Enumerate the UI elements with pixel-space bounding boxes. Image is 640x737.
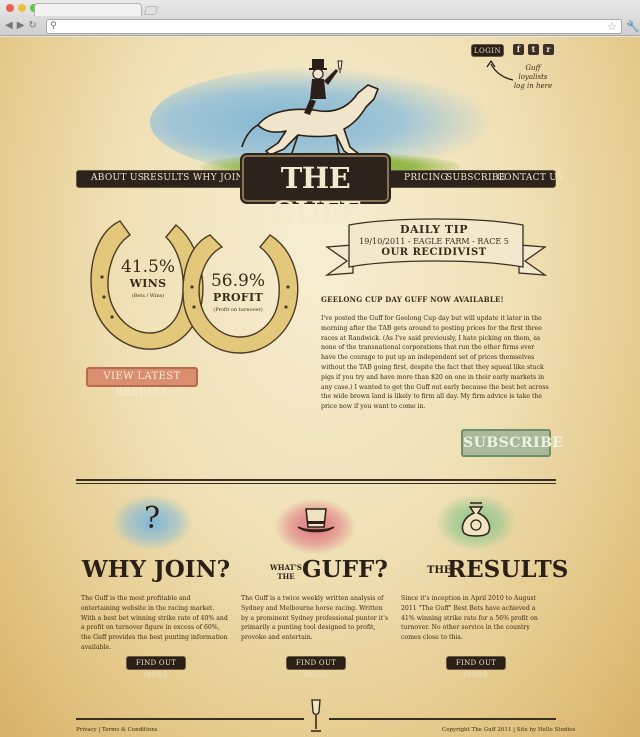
nav-contact-us[interactable]: CONTACT US [497, 173, 564, 183]
article-body: I've posted the Guff for Geelong Cup day… [321, 315, 549, 411]
daily-tip-title: DAILY TIP [399, 223, 469, 236]
page: LOGIN f t r Guff loyalists log in here A… [0, 37, 640, 737]
top-hat-icon [297, 508, 335, 533]
profit-stat: 56.9% PROFIT (Profit on turnover) [200, 271, 276, 313]
wins-stat: 41.5% WINS (Bets / Wins) [110, 257, 186, 299]
money-bag-icon [461, 502, 491, 537]
profit-label: PROFIT [213, 291, 263, 304]
footer-divider-right [329, 718, 556, 720]
question-mark-icon: ? [143, 501, 161, 536]
guff-title: GUFF? [302, 556, 388, 583]
profit-percentage: 56.9% [210, 271, 265, 291]
wins-percentage: 41.5% [120, 257, 175, 277]
rss-icon[interactable]: r [543, 44, 554, 55]
browser-nav-buttons: ◀ ▶ ↻ [5, 20, 37, 31]
new-tab-button[interactable] [143, 6, 159, 15]
facebook-icon[interactable]: f [513, 44, 524, 55]
view-latest-results-button[interactable]: VIEW LATEST RESULTS [86, 367, 198, 398]
daily-tip-race: 19/10/2011 - EAGLE FARM - RACE 5 [359, 237, 509, 246]
footer-divider-left [76, 718, 304, 720]
whats-the-small-title: WHAT'S THE [270, 563, 302, 581]
close-window-button[interactable] [6, 4, 14, 12]
curved-arrow-icon [486, 60, 514, 81]
guff-find-out-more-button[interactable]: FIND OUT MORE [286, 656, 346, 679]
nav-about-us[interactable]: ABOUT US [91, 173, 144, 183]
results-find-out-more-button[interactable]: FIND OUT MORE [446, 656, 506, 679]
wins-label: WINS [129, 277, 167, 290]
footer-links: Privacy | Terms & Conditions [76, 727, 158, 733]
terms-link[interactable]: Terms & Conditions [102, 727, 158, 733]
results-text: Since it's inception in April 2010 to Au… [401, 595, 538, 642]
copyright-text: Copyright The Guff 2011 [442, 727, 512, 733]
login-hint: Guff loyalists log in here [513, 64, 553, 90]
forward-arrow-icon[interactable]: ▶ [17, 20, 25, 31]
nav-why-join[interactable]: WHY JOIN [193, 173, 244, 183]
twitter-icon[interactable]: t [528, 44, 539, 55]
divider-top [76, 479, 556, 481]
site-logo[interactable]: THE GUFF [242, 155, 389, 229]
why-join-text: The Guff is the most profitable and ente… [81, 595, 228, 651]
privacy-link[interactable]: Privacy [76, 727, 97, 733]
reload-icon[interactable]: ↻ [28, 20, 36, 31]
why-join-title: WHY JOIN? [81, 556, 231, 583]
footer-credits: Copyright The Guff 2011 | Site by Hello … [442, 727, 576, 733]
browser-chrome: ◀ ▶ ↻ ⚲ ☆ 🔧 [0, 0, 640, 36]
credit-link[interactable]: Site by Hello Studios [517, 727, 576, 733]
subscribe-button[interactable]: SUBSCRIBE [461, 429, 563, 457]
wrench-icon[interactable]: 🔧 [626, 20, 640, 33]
daily-tip: DAILY TIP 19/10/2011 - EAGLE FARM - RACE… [340, 223, 528, 258]
champagne-glass-icon [311, 699, 321, 732]
whats-the-guff-text: The Guff is a twice weekly written analy… [241, 595, 389, 642]
minimize-window-button[interactable] [18, 4, 26, 12]
search-icon: ⚲ [50, 21, 57, 31]
why-join-find-out-more-button[interactable]: FIND OUT MORE [126, 656, 186, 679]
daily-tip-horse: OUR RECIDIVIST [381, 247, 487, 258]
wins-sublabel: (Bets / Wins) [131, 293, 165, 299]
article-headline: GEELONG CUP DAY GUFF NOW AVAILABLE! [321, 295, 504, 304]
divider-top-thin [76, 483, 556, 484]
nav-pricing[interactable]: PRICING [404, 173, 448, 183]
address-bar[interactable]: ⚲ ☆ [46, 19, 622, 34]
browser-tab[interactable] [34, 3, 142, 16]
results-title: RESULTS [447, 556, 569, 583]
back-arrow-icon[interactable]: ◀ [5, 20, 13, 31]
login-button[interactable]: LOGIN [471, 44, 504, 57]
nav-results[interactable]: RESULTS [143, 173, 190, 183]
tab-strip [0, 0, 640, 16]
bookmark-star-icon[interactable]: ☆ [607, 20, 617, 33]
profit-sublabel: (Profit on turnover) [213, 307, 263, 313]
